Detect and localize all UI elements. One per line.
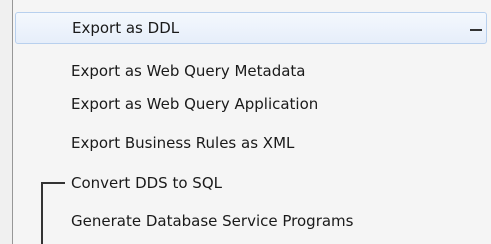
menu-item-label: Generate Database Service Programs bbox=[71, 212, 354, 230]
connector-line-vertical bbox=[41, 183, 43, 244]
connector-line-horizontal bbox=[41, 182, 65, 184]
menu-item-label: Convert DDS to SQL bbox=[71, 174, 222, 192]
dash-marker bbox=[470, 29, 482, 31]
menu-item-export-business-rules-as-xml[interactable]: Export Business Rules as XML bbox=[15, 127, 487, 159]
menu-item-export-as-web-query-application[interactable]: Export as Web Query Application bbox=[15, 88, 487, 120]
menu-item-label: Export as Web Query Application bbox=[71, 95, 319, 113]
menu-item-generate-database-service-programs[interactable]: Generate Database Service Programs bbox=[15, 205, 487, 237]
menu-item-export-as-web-query-metadata[interactable]: Export as Web Query Metadata bbox=[15, 55, 487, 87]
menu-item-label: Export as DDL bbox=[72, 19, 180, 37]
menu-item-label: Export as Web Query Metadata bbox=[71, 62, 306, 80]
menu-item-label: Export Business Rules as XML bbox=[71, 134, 295, 152]
menu-item-export-as-ddl[interactable]: Export as DDL bbox=[15, 12, 487, 44]
context-menu: Export as DDL Export as Web Query Metada… bbox=[12, 0, 491, 244]
menu-item-convert-dds-to-sql[interactable]: Convert DDS to SQL bbox=[15, 167, 487, 199]
